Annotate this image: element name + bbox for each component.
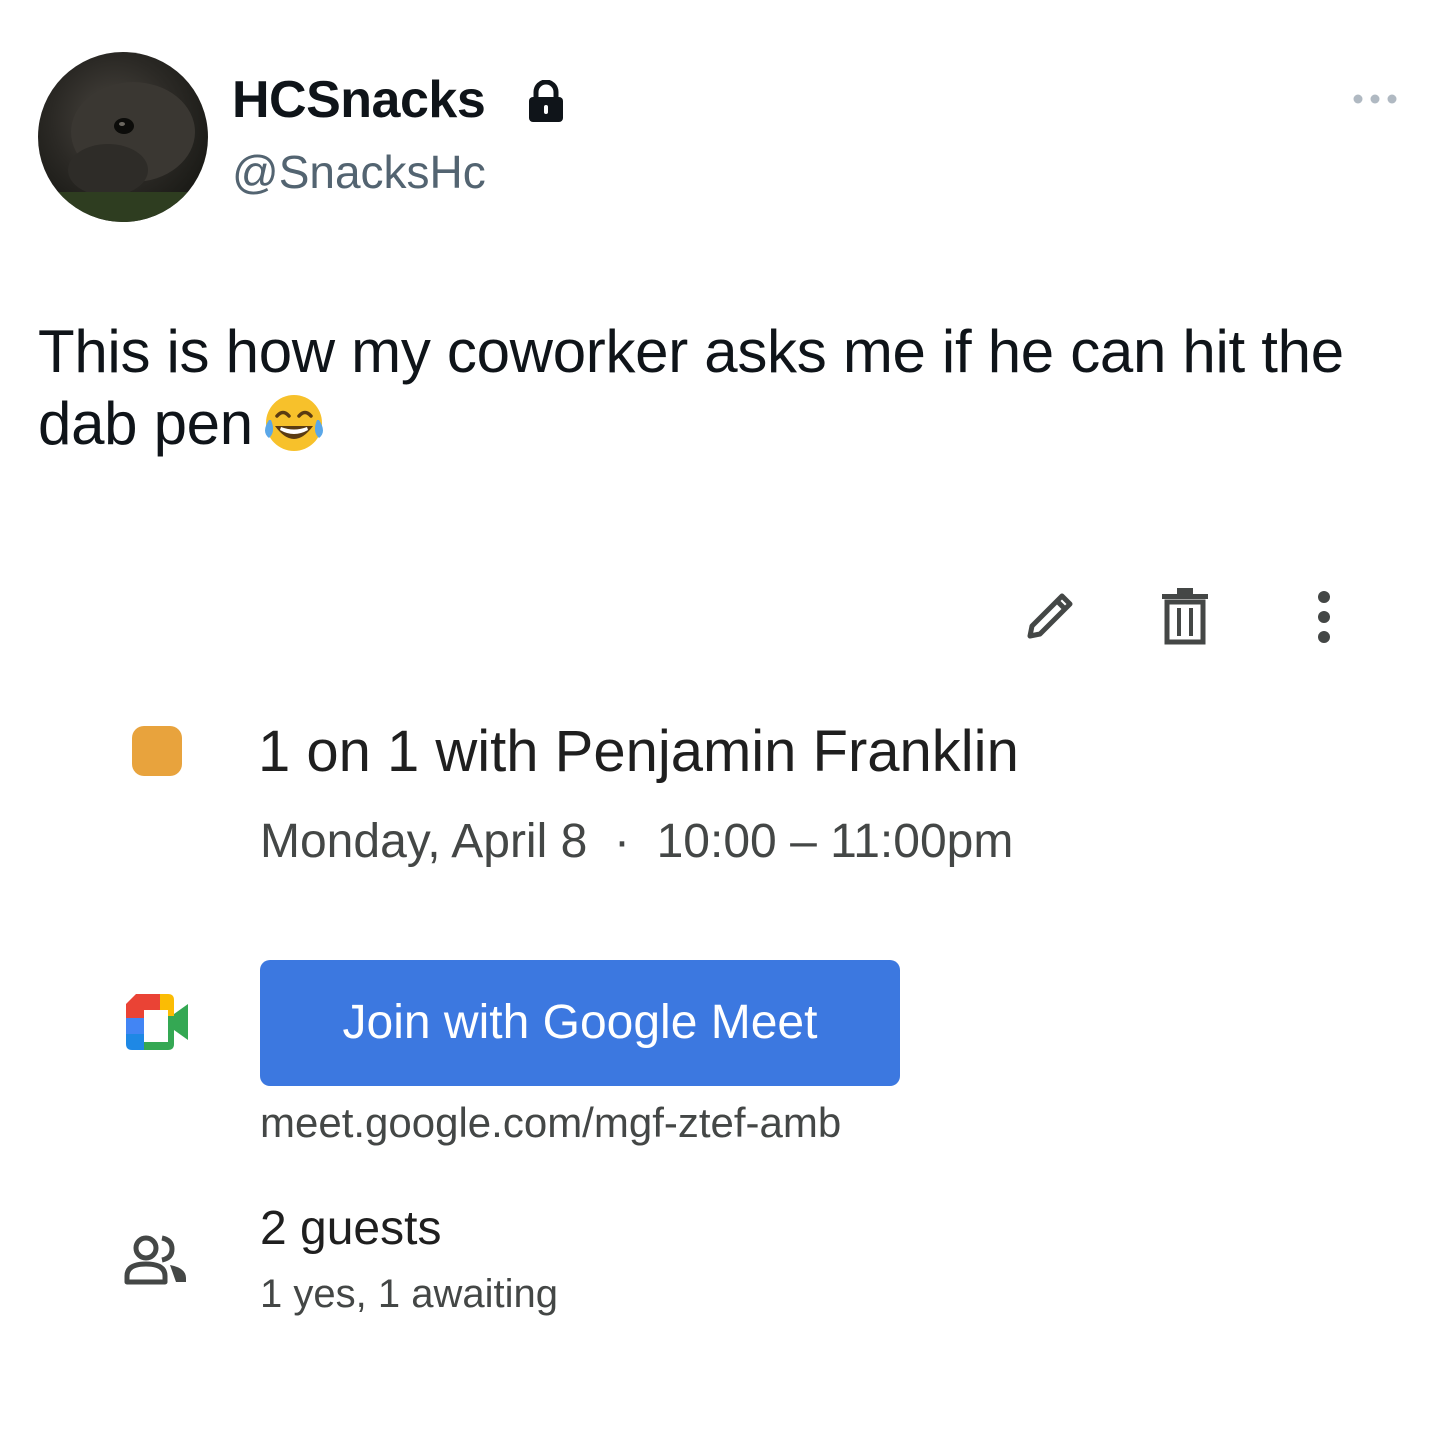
event-time-range: 10:00 – 11:00pm: [656, 815, 1014, 868]
join-google-meet-button[interactable]: Join with Google Meet: [260, 960, 900, 1086]
user-handle[interactable]: @SnacksHc: [232, 142, 486, 202]
meet-link[interactable]: meet.google.com/mgf-ztef-amb: [260, 1096, 841, 1150]
face-with-tears-of-joy-icon: [264, 395, 323, 451]
event-color-indicator: [132, 726, 182, 776]
avatar[interactable]: [38, 52, 208, 222]
event-datetime: Monday, April 8 · 10:00 – 11:00pm: [260, 814, 1013, 870]
avatar-image: [38, 82, 208, 222]
guests-count[interactable]: 2 guests: [260, 1200, 441, 1258]
trash-icon[interactable]: [1160, 586, 1210, 646]
lock-icon: [529, 80, 563, 122]
tweet-text: This is how my coworker asks me if he ca…: [38, 316, 1378, 460]
event-separator: ·: [613, 815, 630, 868]
people-icon: [124, 1235, 186, 1285]
guests-rsvp-status: 1 yes, 1 awaiting: [260, 1272, 558, 1316]
event-title: 1 on 1 with Penjamin Franklin: [258, 719, 1019, 784]
tweet-body: This is how my coworker asks me if he ca…: [38, 318, 1344, 457]
google-meet-icon: [126, 994, 188, 1050]
more-horizontal-icon[interactable]: [1352, 90, 1398, 108]
event-date: Monday, April 8: [260, 815, 588, 868]
pencil-icon[interactable]: [1020, 586, 1080, 646]
more-vertical-icon[interactable]: [1310, 590, 1338, 644]
display-name[interactable]: HCSnacks: [232, 68, 486, 132]
calendar-event-card: 1 on 1 with Penjamin Franklin Monday, Ap…: [60, 540, 1400, 1400]
